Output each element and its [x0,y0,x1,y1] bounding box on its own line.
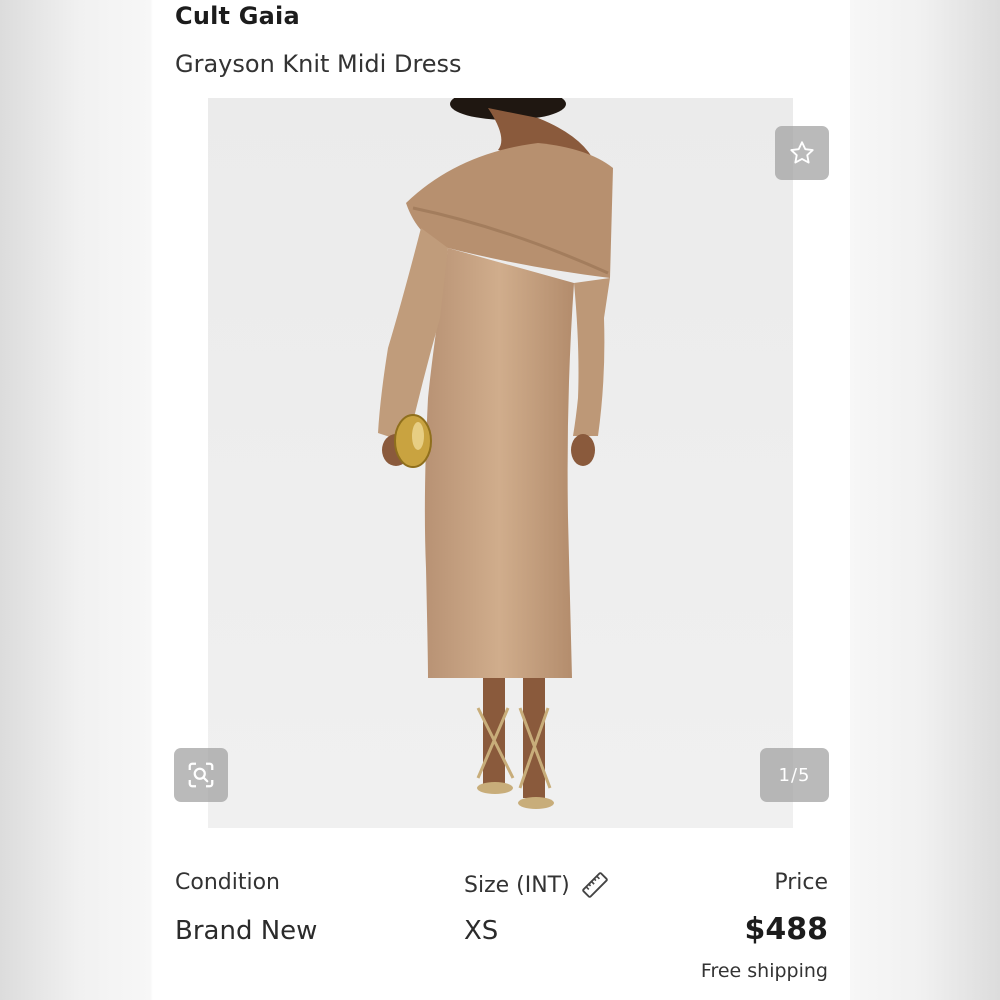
zoom-button[interactable] [174,748,228,802]
price-value: $488 [744,912,829,947]
dress-illustration [378,98,613,809]
image-counter: 1/5 [760,748,829,802]
zoom-search-icon [188,762,214,788]
size-label: Size (INT) [464,872,570,898]
product-photo[interactable] [208,98,793,828]
shipping-info: Free shipping [700,960,828,982]
star-icon [790,141,814,164]
size-label-group[interactable]: Size (INT) [464,870,610,900]
favorite-button[interactable] [775,126,829,180]
size-value: XS [464,916,499,946]
price-label: Price [774,870,828,895]
ruler-icon[interactable] [580,870,610,900]
brand-name[interactable]: Cult Gaia [175,2,300,30]
condition-value: Brand New [175,916,318,946]
product-title: Grayson Knit Midi Dress [175,50,462,78]
condition-label: Condition [175,870,280,895]
